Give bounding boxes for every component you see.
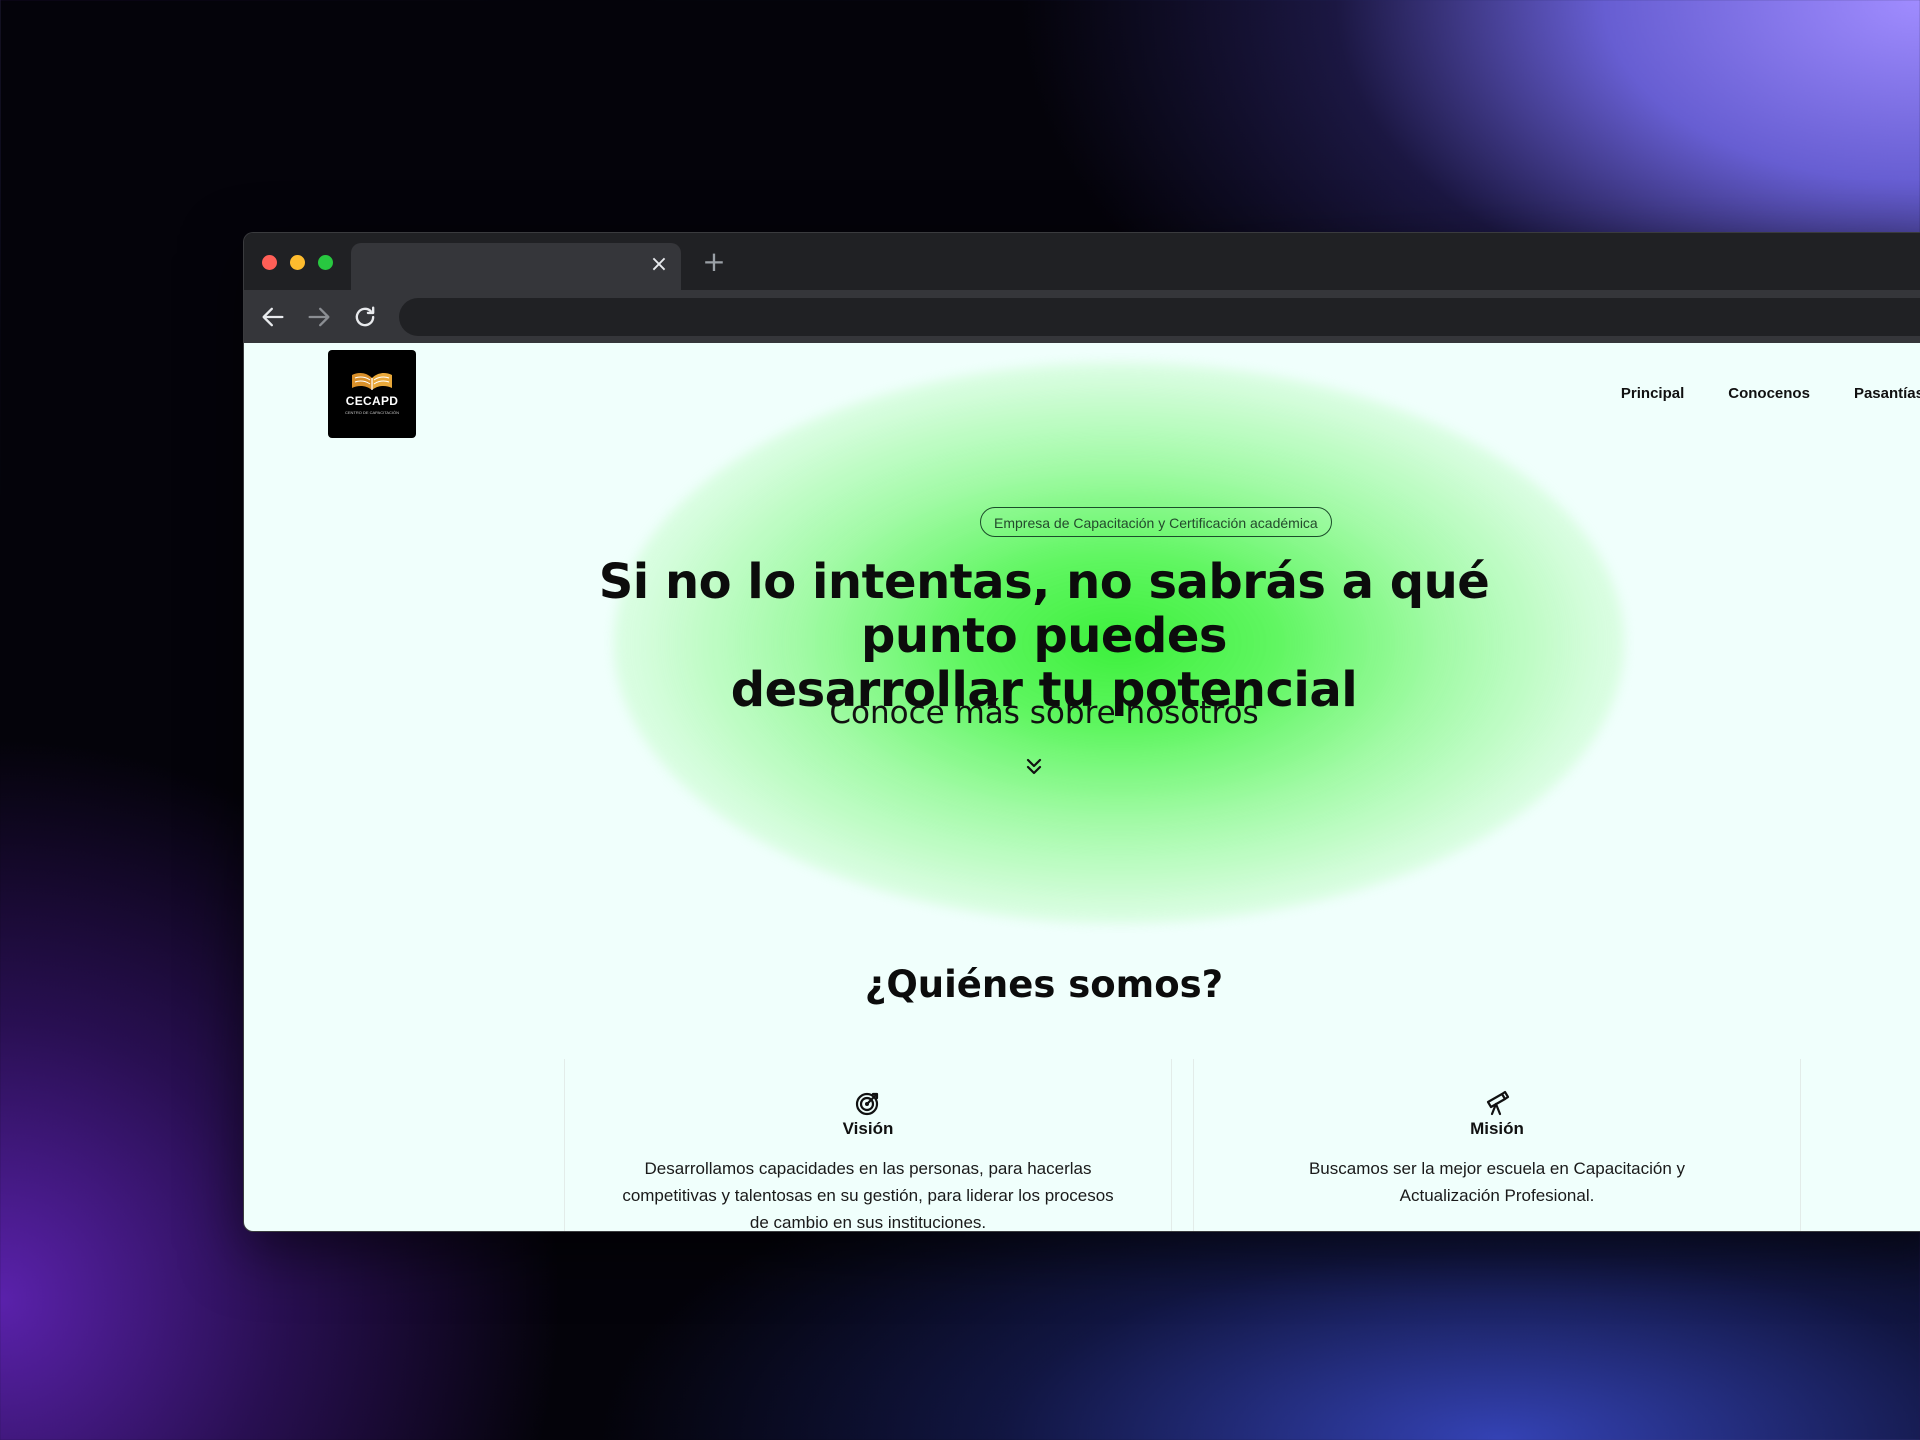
open-book-icon	[352, 373, 392, 390]
telescope-icon	[1484, 1090, 1510, 1116]
tab-bar: × +	[244, 233, 1920, 290]
logo-subtext: CENTRO DE CAPACITACIÓN	[344, 410, 400, 415]
hero-title: Si no lo intentas, no sabrás a qué punto…	[544, 555, 1544, 717]
hero-badge: Empresa de Capacitación y Certificación …	[980, 507, 1332, 537]
mision-card: Misión Buscamos ser la mejor escuela en …	[1193, 1059, 1801, 1231]
close-window-button[interactable]	[262, 255, 277, 270]
maximize-window-button[interactable]	[318, 255, 333, 270]
minimize-window-button[interactable]	[290, 255, 305, 270]
browser-toolbar	[244, 290, 1920, 343]
back-arrow-icon[interactable]	[259, 303, 287, 331]
target-icon	[855, 1090, 881, 1116]
nav-link-conocenos[interactable]: Conocenos	[1728, 385, 1810, 402]
about-section-title: ¿Quiénes somos?	[864, 963, 1224, 1006]
logo-text: CECAPD	[345, 394, 399, 408]
new-tab-icon[interactable]: +	[699, 247, 729, 277]
hero-subtitle: Conoce más sobre nosotros	[829, 695, 1259, 731]
address-bar[interactable]	[399, 298, 1920, 336]
close-tab-icon[interactable]: ×	[649, 254, 669, 276]
vision-title: Visión	[842, 1119, 894, 1138]
browser-window: × + CECAPD CENTRO DE CAPACITACIÓN Princi…	[243, 232, 1920, 1232]
mision-text: Buscamos ser la mejor escuela en Capacit…	[1308, 1159, 1686, 1205]
site-logo[interactable]: CECAPD CENTRO DE CAPACITACIÓN	[328, 350, 416, 438]
nav-link-pasantias[interactable]: Pasantías	[1854, 385, 1920, 402]
web-page: CECAPD CENTRO DE CAPACITACIÓN Principal …	[244, 343, 1920, 1231]
mision-title: Misión	[1470, 1119, 1524, 1138]
vision-card: Visión Desarrollamos capacidades en las …	[564, 1059, 1172, 1231]
nav-link-principal[interactable]: Principal	[1621, 385, 1684, 402]
reload-icon[interactable]	[351, 303, 379, 331]
scroll-down-chevron-icon[interactable]	[1019, 751, 1049, 781]
hero-title-line-1: Si no lo intentas, no sabrás a qué punto…	[598, 554, 1490, 664]
browser-tab[interactable]: ×	[351, 243, 681, 290]
main-nav: Principal Conocenos Pasantías	[1621, 385, 1920, 402]
vision-text: Desarrollamos capacidades en las persona…	[622, 1159, 1114, 1231]
forward-arrow-icon[interactable]	[305, 303, 333, 331]
